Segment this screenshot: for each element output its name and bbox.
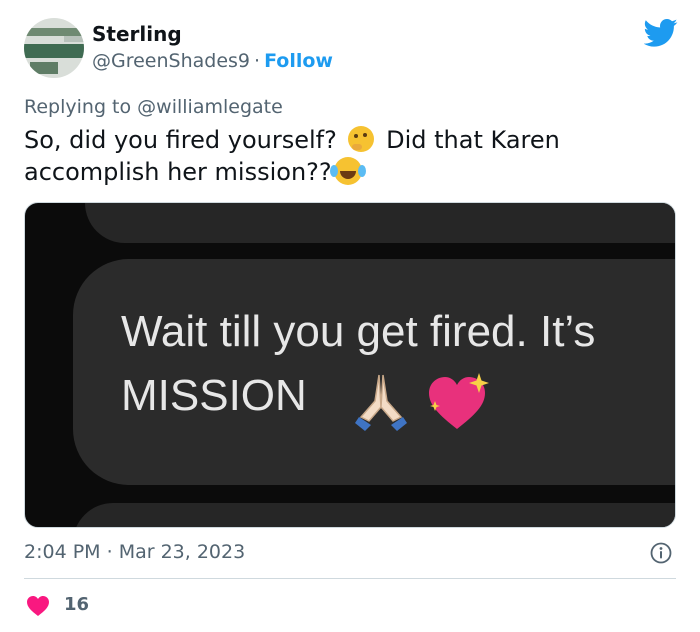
replying-to: Replying to @williamlegate	[24, 96, 283, 118]
avatar-shape	[64, 36, 84, 42]
folded-hands-icon	[355, 374, 407, 431]
media-text-line1: Wait till you get fired. It’s	[121, 307, 596, 356]
tweet-date: Mar 23, 2023	[118, 541, 246, 563]
sparkling-heart-icon	[429, 373, 489, 429]
separator-dot: ·	[254, 50, 261, 72]
info-icon[interactable]	[650, 542, 672, 564]
avatar-shape	[24, 44, 84, 58]
tweet-text: So, did you fired yourself? Did that Kar…	[24, 124, 674, 188]
user-handle[interactable]: @GreenShades9	[92, 50, 250, 72]
twitter-bird-icon[interactable]	[644, 18, 678, 48]
tweet-time: 2:04 PM	[24, 541, 101, 563]
tweet-timestamp[interactable]: 2:04 PM · Mar 23, 2023	[24, 541, 245, 563]
handle-line: @GreenShades9 · Follow	[92, 50, 333, 72]
replying-prefix: Replying to	[24, 96, 132, 118]
display-name[interactable]: Sterling	[92, 22, 182, 46]
like-count: 16	[64, 594, 90, 615]
separator-dot: ·	[106, 541, 113, 563]
message-bubble	[73, 503, 675, 527]
media-text-line2: MISSION	[121, 371, 307, 420]
tears-of-joy-icon	[329, 157, 362, 185]
message-bubble	[85, 203, 675, 243]
heart-icon[interactable]	[26, 595, 50, 617]
divider	[24, 578, 676, 579]
tweet-text-part1: So, did you fired yourself?	[24, 126, 337, 154]
follow-button[interactable]: Follow	[264, 50, 333, 72]
thinking-face-icon	[348, 126, 375, 152]
reply-mention-link[interactable]: @williamlegate	[137, 96, 283, 118]
avatar[interactable]	[24, 18, 84, 78]
tweet-media-image[interactable]: Wait till you get fired. It’s MISSION	[24, 202, 676, 528]
avatar-shape	[24, 28, 84, 36]
avatar-shape	[30, 62, 58, 74]
tweet-card: Sterling @GreenShades9 · Follow Replying t…	[0, 0, 700, 632]
